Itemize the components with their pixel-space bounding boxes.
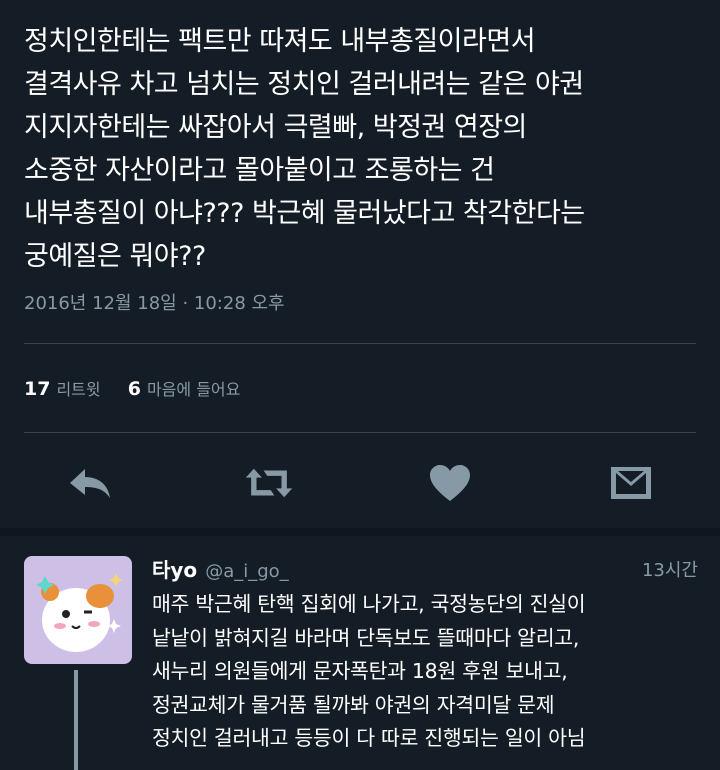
retweet-button[interactable]	[244, 458, 294, 508]
tweet-text-line: 지지자한테는 싸잡아서 극렬빠, 박정권 연장의	[24, 112, 527, 143]
divider	[24, 343, 696, 344]
tweet-timestamp: 2016년 12월 18일 · 10:28 오후	[24, 293, 285, 314]
reply-text-line: 정권교체가 물거품 될까봐 야권의 자격미달 문제	[152, 692, 555, 717]
retweet-icon	[245, 468, 293, 498]
tweet-text-line: 소중한 자산이라고 몰아붙이고 조롱하는 건	[24, 155, 495, 186]
envelope-icon	[611, 467, 651, 499]
hamster-avatar-icon	[24, 556, 132, 664]
reply-text-line: 정치인 걸러내고 등등이 다 따로 진행되는 일이 아님	[152, 726, 586, 750]
tweet-text-line: 결격사유 차고 넘치는 정치인 걸러내려는 같은 야권	[24, 69, 584, 100]
likes-count: 6	[127, 378, 141, 400]
reply-text-line: 새누리 의원들에게 문자폭탄과 18원 후원 보내고,	[152, 659, 568, 683]
reply-author-name[interactable]: 타yo	[152, 558, 197, 582]
reply-time: 13시간	[641, 560, 698, 581]
reply-text-line: 낱낱이 밝혀지길 바라며 단독보도 뜰때마다 알리고,	[152, 625, 580, 650]
direct-message-button[interactable]	[606, 458, 656, 508]
tweet-text-line: 내부총질이 아냐??? 박근혜 물러났다고 착각한다는	[24, 198, 585, 229]
reply-tweet[interactable]: 타yo @a_i_go_ 13시간 매주 박근혜 탄핵 집회에 나가고, 국정농단…	[0, 536, 720, 770]
divider	[24, 432, 696, 433]
avatar[interactable]	[24, 556, 132, 664]
thread-line	[74, 670, 78, 770]
reply-author-handle[interactable]: @a_i_go_	[205, 561, 288, 582]
tweet-text-line: 정치인한테는 팩트만 따져도 내부총질이라면서	[24, 26, 536, 57]
reply-body: 매주 박근혜 탄핵 집회에 나가고, 국정농단의 진실이 낱낱이 밝혀지길 바라…	[152, 588, 712, 756]
tweet-body: 정치인한테는 팩트만 따져도 내부총질이라면서 결격사유 차고 넘치는 정치인 …	[24, 20, 704, 278]
likes-stat[interactable]: 6 마음에 들어요	[127, 378, 241, 400]
reply-text-line: 매주 박근혜 탄핵 집회에 나가고, 국정농단의 진실이	[152, 592, 586, 616]
reply-button[interactable]	[65, 458, 115, 508]
retweets-stat[interactable]: 17 리트윗	[24, 378, 101, 400]
reply-header: 타yo @a_i_go_ 13시간	[152, 554, 698, 584]
tweet-actions	[0, 458, 720, 508]
tweet-text-line: 궁예질은 뭐야??	[24, 241, 206, 272]
like-button[interactable]	[425, 458, 475, 508]
tweet-stats: 17 리트윗 6 마음에 들어요	[24, 376, 240, 400]
retweets-count: 17	[24, 378, 51, 400]
reply-icon	[70, 469, 110, 498]
retweets-label: 리트윗	[56, 380, 101, 399]
likes-label: 마음에 들어요	[146, 380, 241, 399]
section-separator	[0, 528, 720, 536]
heart-icon	[430, 465, 470, 501]
